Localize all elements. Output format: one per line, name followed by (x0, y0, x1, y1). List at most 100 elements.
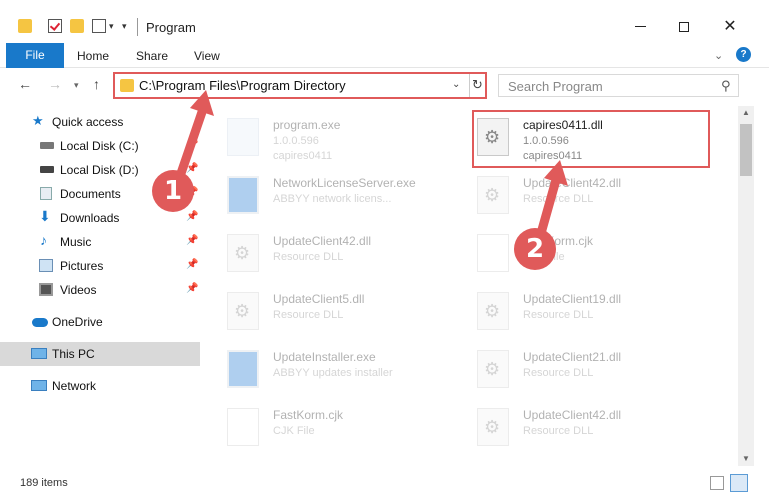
file-item[interactable]: FastKorm.cjk CJK File (215, 400, 455, 458)
minimize-button[interactable] (620, 14, 660, 40)
download-icon: ⬇ (39, 208, 51, 224)
file-name: UpdateClient21.dll (523, 350, 622, 364)
sidebar-item-this-pc[interactable]: This PC (0, 342, 200, 366)
divider (137, 18, 138, 36)
cloud-icon (32, 318, 48, 327)
file-item[interactable]: UpdateClient42.dll Resource DLL (465, 168, 705, 226)
drive-icon (40, 142, 54, 149)
search-input[interactable]: Search Program (508, 79, 603, 94)
large-icons-view-icon[interactable] (730, 474, 748, 492)
dll-file-icon (227, 234, 259, 272)
close-button[interactable]: ✕ (710, 14, 750, 40)
sidebar-item-label: Documents (60, 187, 121, 201)
back-arrow-icon[interactable]: ← (18, 76, 32, 92)
sidebar-item-label: Pictures (60, 259, 104, 273)
sidebar-item-onedrive[interactable]: OneDrive (0, 310, 200, 334)
file-item[interactable]: UpdateClient5.dll Resource DLL (215, 284, 455, 342)
maximize-icon (679, 21, 689, 32)
dll-file-icon (477, 292, 509, 330)
file-description: Resource DLL (523, 309, 594, 321)
search-box[interactable]: Search Program ⚲ (498, 74, 739, 97)
vertical-scrollbar[interactable]: ▲ ▼ (738, 106, 754, 466)
file-item[interactable]: FastKorm.cjk CJK File (465, 226, 705, 284)
scroll-up-icon[interactable]: ▲ (742, 108, 750, 117)
file-item[interactable]: UpdateClient19.dll Resource DLL (465, 284, 705, 342)
search-icon[interactable]: ⚲ (721, 78, 731, 94)
file-description: ABBYY network licens... (273, 193, 392, 205)
highlight-box (472, 110, 710, 168)
annotation-marker-1: 1 (152, 170, 194, 212)
sidebar-item-quick-access[interactable]: ★ Quick access (0, 110, 200, 134)
file-description: CJK File (273, 425, 315, 437)
pin-icon[interactable]: 📌 (186, 259, 198, 270)
properties-check-icon[interactable] (48, 19, 62, 33)
folder-icon[interactable] (18, 19, 32, 33)
scroll-down-icon[interactable]: ▼ (742, 454, 750, 463)
sidebar-item-label: Network (52, 379, 97, 393)
sidebar-item-pictures[interactable]: Pictures 📌 (0, 254, 200, 278)
file-item[interactable]: UpdateClient42.dll Resource DLL (215, 226, 455, 284)
address-path[interactable]: C:\Program Files\Program Directory (139, 78, 346, 93)
forward-arrow-icon[interactable]: → (48, 76, 62, 92)
navigation-bar: ← → ▾ ↑ C:\Program Files\Program Directo… (0, 68, 769, 104)
navigation-pane: ★ Quick access Local Disk (C:) 📌 Local D… (0, 106, 205, 466)
pin-icon[interactable]: 📌 (186, 163, 198, 174)
chevron-down-icon[interactable]: ▾ (109, 21, 114, 32)
file-name: UpdateClient42.dll (523, 408, 622, 422)
scroll-thumb[interactable] (740, 124, 752, 176)
file-name: UpdateClient42.dll (273, 234, 372, 248)
sidebar-item-label: Quick access (52, 115, 124, 129)
pin-icon[interactable]: 📌 (186, 235, 198, 246)
refresh-icon[interactable]: ↻ (472, 77, 483, 93)
pin-icon[interactable]: 📌 (186, 283, 198, 294)
window-title: Program (146, 20, 196, 35)
documents-icon (40, 187, 52, 200)
file-name: UpdateInstaller.exe (273, 350, 376, 364)
sidebar-item-music[interactable]: ♪ Music 📌 (0, 230, 200, 254)
new-folder-icon[interactable] (70, 19, 84, 33)
file-version: 1.0.0.596 (273, 135, 319, 147)
file-description: Resource DLL (273, 251, 344, 263)
file-item[interactable]: NetworkLicenseServer.exe ABBYY network l… (215, 168, 455, 226)
chevron-down-icon[interactable]: ⌄ (452, 79, 460, 90)
cjk-file-icon (477, 234, 509, 272)
expand-ribbon-icon[interactable]: ⌄ (714, 49, 723, 62)
up-arrow-icon[interactable]: ↑ (93, 76, 100, 92)
pc-icon (31, 348, 47, 359)
file-item[interactable]: UpdateClient42.dll Resource DLL (465, 400, 705, 458)
sidebar-item-network[interactable]: Network (0, 374, 200, 398)
recent-locations-icon[interactable]: ▾ (74, 80, 79, 91)
tab-share[interactable]: Share (136, 44, 168, 68)
videos-icon (39, 283, 53, 296)
sidebar-item-local-disk-c[interactable]: Local Disk (C:) 📌 (0, 134, 200, 158)
customize-toolbar-icon[interactable]: ▾ (122, 21, 127, 32)
file-description: Resource DLL (523, 367, 594, 379)
file-name: NetworkLicenseServer.exe (273, 176, 416, 190)
tab-view[interactable]: View (194, 44, 220, 68)
annotation-marker-2: 2 (514, 228, 556, 270)
file-item[interactable]: UpdateInstaller.exe ABBYY updates instal… (215, 342, 455, 400)
sidebar-item-label: Videos (60, 283, 97, 297)
tab-file[interactable]: File (6, 43, 64, 68)
pin-icon[interactable]: 📌 (186, 211, 198, 222)
sidebar-item-videos[interactable]: Videos 📌 (0, 278, 200, 302)
maximize-button[interactable] (664, 14, 704, 40)
ribbon: File Home Share View ⌄ ? (0, 40, 769, 68)
address-bar[interactable]: C:\Program Files\Program Directory ⌄ ↻ (113, 72, 487, 99)
details-view-icon[interactable] (710, 476, 724, 490)
tab-home[interactable]: Home (77, 44, 109, 68)
item-count: 189 items (20, 477, 68, 489)
file-item[interactable]: UpdateClient21.dll Resource DLL (465, 342, 705, 400)
exe-file-icon (227, 176, 259, 214)
view-options-icon[interactable] (92, 19, 106, 33)
help-icon[interactable]: ? (736, 47, 751, 62)
program-file-icon (227, 118, 259, 156)
dll-file-icon (477, 176, 509, 214)
file-description: Resource DLL (273, 309, 344, 321)
file-item[interactable]: program.exe 1.0.0.596 capires0411 (215, 110, 455, 168)
file-name: UpdateClient5.dll (273, 292, 365, 306)
close-icon: ✕ (723, 18, 737, 35)
file-name: UpdateClient19.dll (523, 292, 622, 306)
pin-icon[interactable]: 📌 (186, 139, 198, 150)
file-name: program.exe (273, 118, 341, 132)
